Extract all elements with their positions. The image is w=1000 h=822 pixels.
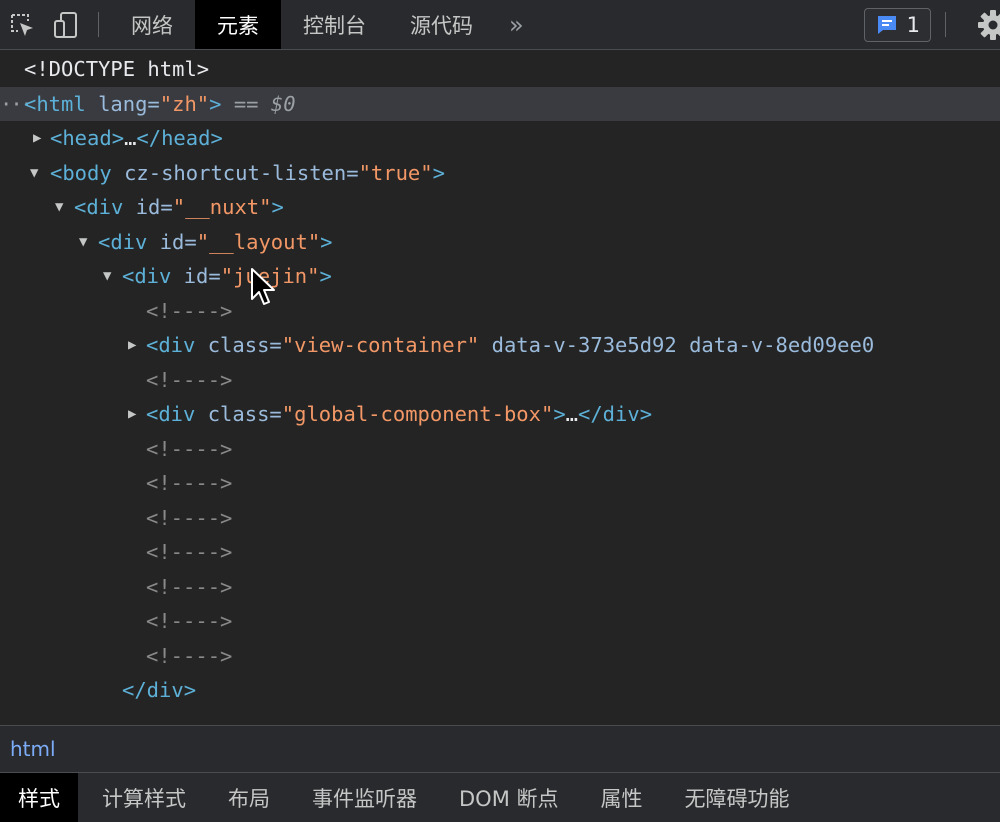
issues-count: 1 [906, 12, 920, 37]
mouse-pointer-icon [251, 268, 275, 305]
tab-accessibility[interactable]: 无障碍功能 [669, 773, 806, 822]
tree-line-body[interactable]: ▼ <body cz-shortcut-listen="true"> [0, 156, 1000, 191]
tree-line-div-close[interactable]: </div> [0, 673, 1000, 708]
tab-sources[interactable]: 源代码 [388, 0, 495, 49]
tree-line-comment[interactable]: <!----> [0, 604, 1000, 639]
collapse-triangle-icon[interactable]: ▼ [79, 225, 87, 260]
tab-layout[interactable]: 布局 [212, 773, 286, 822]
tab-network[interactable]: 网络 [109, 0, 195, 49]
tree-line-doctype[interactable]: <!DOCTYPE html> [0, 52, 1000, 87]
tree-line-comment[interactable]: <!----> [0, 294, 1000, 329]
inspect-icon[interactable] [0, 0, 44, 50]
tree-line-div-global-component-box[interactable]: ▶ <div class="global-component-box">…</d… [0, 397, 1000, 432]
expand-triangle-icon[interactable]: ▶ [128, 328, 136, 363]
dom-tree: <!DOCTYPE html> ··· <html lang="zh"> == … [0, 52, 1000, 724]
collapse-triangle-icon[interactable]: ▼ [30, 156, 38, 191]
tree-line-div-juejin[interactable]: ▼ <div id="juejin"> [0, 259, 1000, 294]
gear-icon[interactable] [954, 0, 1000, 49]
device-toggle-icon[interactable] [44, 0, 88, 50]
tree-line-comment[interactable]: <!----> [0, 639, 1000, 674]
tree-line-div-nuxt[interactable]: ▼ <div id="__nuxt"> [0, 190, 1000, 225]
expand-triangle-icon[interactable]: ▶ [128, 397, 136, 432]
tab-styles[interactable]: 样式 [0, 773, 78, 822]
more-tabs-chevron-icon[interactable]: » [495, 0, 538, 49]
tree-line-html[interactable]: ··· <html lang="zh"> == $0 [0, 86, 1000, 121]
tab-properties[interactable]: 属性 [585, 773, 659, 822]
toolbar-divider [945, 12, 946, 37]
selected-node-marker: $0 [270, 91, 296, 116]
tab-dom-breakpoints[interactable]: DOM 断点 [443, 773, 575, 822]
sidebar-pane-tabs: 样式 计算样式 布局 事件监听器 DOM 断点 属性 无障碍功能 [0, 773, 1000, 822]
tree-line-comment[interactable]: <!----> [0, 466, 1000, 501]
tree-line-comment[interactable]: <!----> [0, 432, 1000, 467]
tree-line-comment[interactable]: <!----> [0, 535, 1000, 570]
breadcrumb-item-html[interactable]: html [10, 737, 56, 761]
devtools-toolbar: 网络 元素 控制台 源代码 » 1 [0, 0, 1000, 50]
breadcrumb: html [0, 725, 1000, 773]
tab-console[interactable]: 控制台 [281, 0, 388, 49]
tab-event-listeners[interactable]: 事件监听器 [296, 773, 433, 822]
tree-line-div-view-container[interactable]: ▶ <div class="view-container" data-v-373… [0, 328, 1000, 363]
issues-button[interactable]: 1 [863, 7, 931, 42]
issues-icon [877, 15, 896, 34]
tab-computed[interactable]: 计算样式 [86, 773, 202, 822]
collapse-triangle-icon[interactable]: ▼ [103, 259, 111, 294]
tree-line-comment[interactable]: <!----> [0, 570, 1000, 605]
tree-line-head[interactable]: ▶ <head>…</head> [0, 121, 1000, 156]
toolbar-divider [98, 12, 99, 37]
expand-triangle-icon[interactable]: ▶ [33, 121, 41, 156]
tree-line-comment[interactable]: <!----> [0, 501, 1000, 536]
tab-elements[interactable]: 元素 [195, 0, 281, 49]
tree-line-comment[interactable]: <!----> [0, 363, 1000, 398]
tree-line-div-layout[interactable]: ▼ <div id="__layout"> [0, 225, 1000, 260]
collapse-triangle-icon[interactable]: ▼ [55, 190, 63, 225]
doctype-node: <!DOCTYPE html> [24, 57, 210, 81]
